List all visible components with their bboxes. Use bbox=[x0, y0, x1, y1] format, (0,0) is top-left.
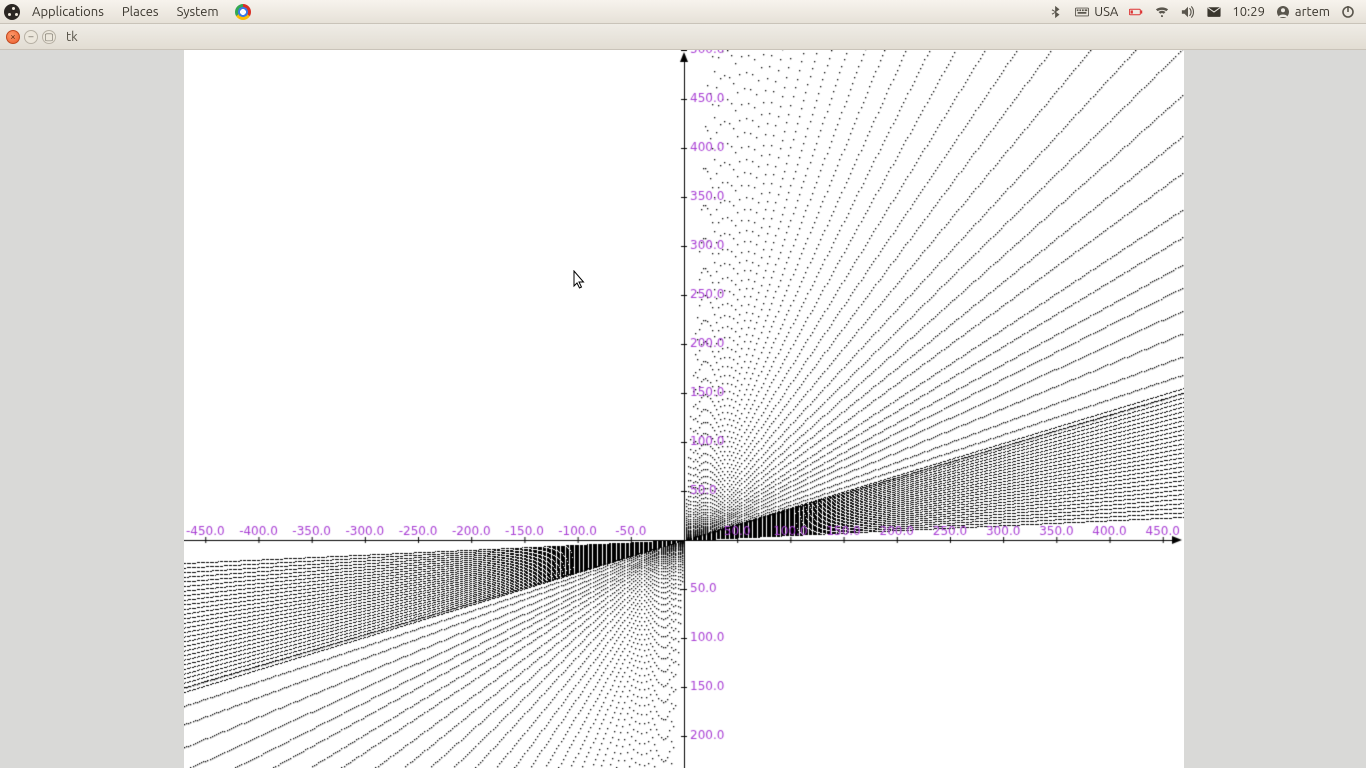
window-minimize-button[interactable]: – bbox=[24, 30, 38, 44]
ubuntu-logo-icon[interactable] bbox=[4, 4, 20, 20]
plot-canvas[interactable] bbox=[184, 50, 1184, 768]
menu-places[interactable]: Places bbox=[116, 0, 165, 24]
panel-right: USA 10:29 artem bbox=[1048, 4, 1362, 20]
window-maximize-button[interactable]: ▢ bbox=[42, 30, 56, 44]
chrome-launcher-icon[interactable] bbox=[235, 4, 251, 20]
power-icon[interactable] bbox=[1340, 4, 1356, 20]
window-title: tk bbox=[66, 30, 78, 44]
keyboard-layout-indicator[interactable]: USA bbox=[1074, 4, 1118, 20]
menu-applications[interactable]: Applications bbox=[26, 0, 110, 24]
user-status-icon bbox=[1275, 4, 1291, 20]
keyboard-layout-label: USA bbox=[1094, 5, 1118, 19]
user-menu[interactable]: artem bbox=[1275, 4, 1330, 20]
window-close-button[interactable]: × bbox=[6, 30, 20, 44]
wifi-icon[interactable] bbox=[1154, 4, 1170, 20]
window-buttons: × – ▢ bbox=[6, 30, 56, 44]
user-name: artem bbox=[1295, 5, 1330, 19]
window-titlebar[interactable]: × – ▢ tk bbox=[0, 24, 1366, 50]
battery-icon[interactable] bbox=[1128, 4, 1144, 20]
desktop-background bbox=[0, 50, 1366, 768]
bluetooth-icon[interactable] bbox=[1048, 4, 1064, 20]
menu-system[interactable]: System bbox=[171, 0, 225, 24]
menu-label: Applications bbox=[32, 5, 104, 19]
keyboard-icon bbox=[1074, 4, 1090, 20]
menu-label: Places bbox=[122, 5, 159, 19]
messaging-icon[interactable] bbox=[1206, 4, 1222, 20]
panel-left: Applications Places System bbox=[4, 0, 251, 24]
clock[interactable]: 10:29 bbox=[1232, 5, 1265, 19]
sound-icon[interactable] bbox=[1180, 4, 1196, 20]
menu-label: System bbox=[177, 5, 219, 19]
gnome-top-panel: Applications Places System USA 10:29 bbox=[0, 0, 1366, 24]
tk-canvas-frame bbox=[184, 50, 1184, 768]
